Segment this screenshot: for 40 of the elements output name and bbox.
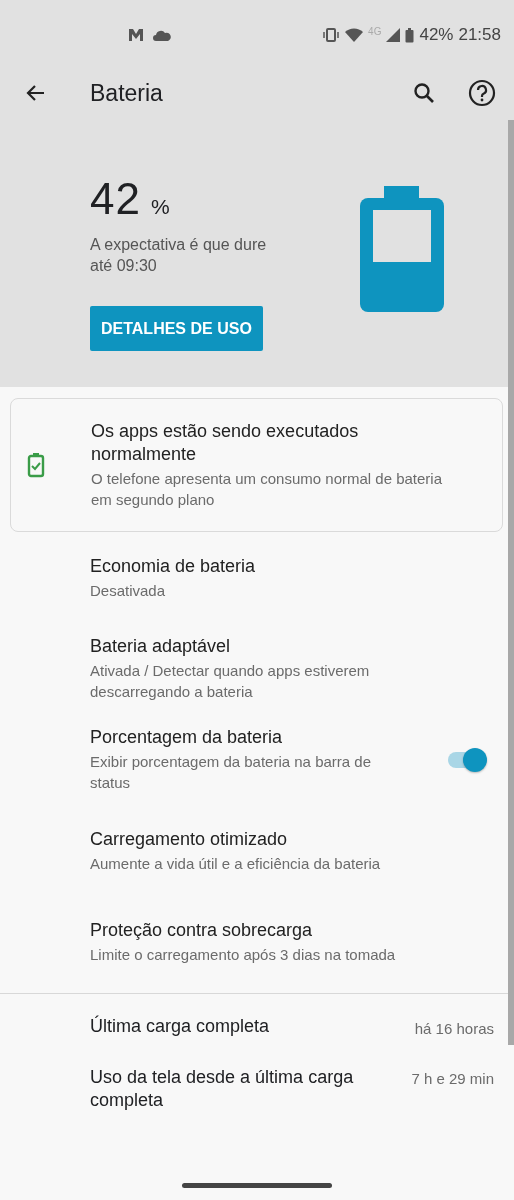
setting-title: Bateria adaptável [90,635,232,658]
battery-status-icon [405,27,415,43]
wifi-icon [345,28,364,42]
setting-item[interactable]: Porcentagem da bateria Exibir porcentagem da bateria na barra de status [0,714,506,805]
help-icon [468,79,496,107]
setting-summary: Ativada / Detectar quando apps estiverem descarregando a bateria [90,661,371,702]
card-summary: O telefone apresenta um consumo normal de bateria em segundo plano [91,469,444,510]
vibrate-icon [322,28,341,42]
percent-unit: % [150,195,170,219]
usage-details-button[interactable]: DETALHES DE USO [90,306,263,351]
setting-title: Carregamento otimizado [90,827,289,851]
clock: 21:58 [458,25,501,45]
battery-percent: 42% [419,25,454,45]
battery-check-icon [27,452,45,478]
status-card[interactable]: Os apps estão sendo executados normalmente O telefone apresenta um consumo normal de bateria em segundo plano [10,398,503,532]
setting-summary: Aumente a vida útil e a eficiência da bateria [90,853,382,874]
setting-item[interactable]: Carregamento otimizado Aumente a vida útil e a eficiência da bateria [0,805,506,896]
battery-icon [360,186,444,312]
setting-title: Proteção contra sobrecarga [90,918,314,942]
setting-summary: Exibir porcentagem da bateria na barra de status [90,752,372,793]
cloud-icon [153,29,171,41]
screen-title: Bateria [90,79,164,107]
signal-icon [386,28,401,42]
help-button[interactable] [466,77,498,109]
battery-percentage: 42 [90,174,141,224]
battery-estimate: A expectativa é que dure até 09:30 [90,235,268,276]
setting-summary: Limite o carregamento após 3 dias na tomada [90,944,397,965]
usage-value: há 16 horas [414,1019,494,1037]
usage-label: Última carga completa [90,1014,271,1038]
setting-item[interactable]: Bateria adaptável Ativada / Detectar quando apps estiverem descarregando a bateria [0,623,506,714]
card-title: Os apps estão sendo executados normalmente [91,420,360,466]
setting-title: Economia de bateria [90,554,257,578]
usage-value: 7 h e 29 min [411,1070,494,1087]
usage-label: Uso da tela desde a última carga completa [90,1066,355,1112]
setting-item[interactable]: Proteção contra sobrecarga Limite o carregamento após 3 dias na tomada [0,896,506,987]
setting-item[interactable]: Economia de bateria Desativada [0,532,506,623]
notification-icon [128,28,144,42]
search-icon [412,81,436,105]
setting-title: Porcentagem da bateria [90,726,284,749]
setting-summary: Desativada [90,580,167,601]
